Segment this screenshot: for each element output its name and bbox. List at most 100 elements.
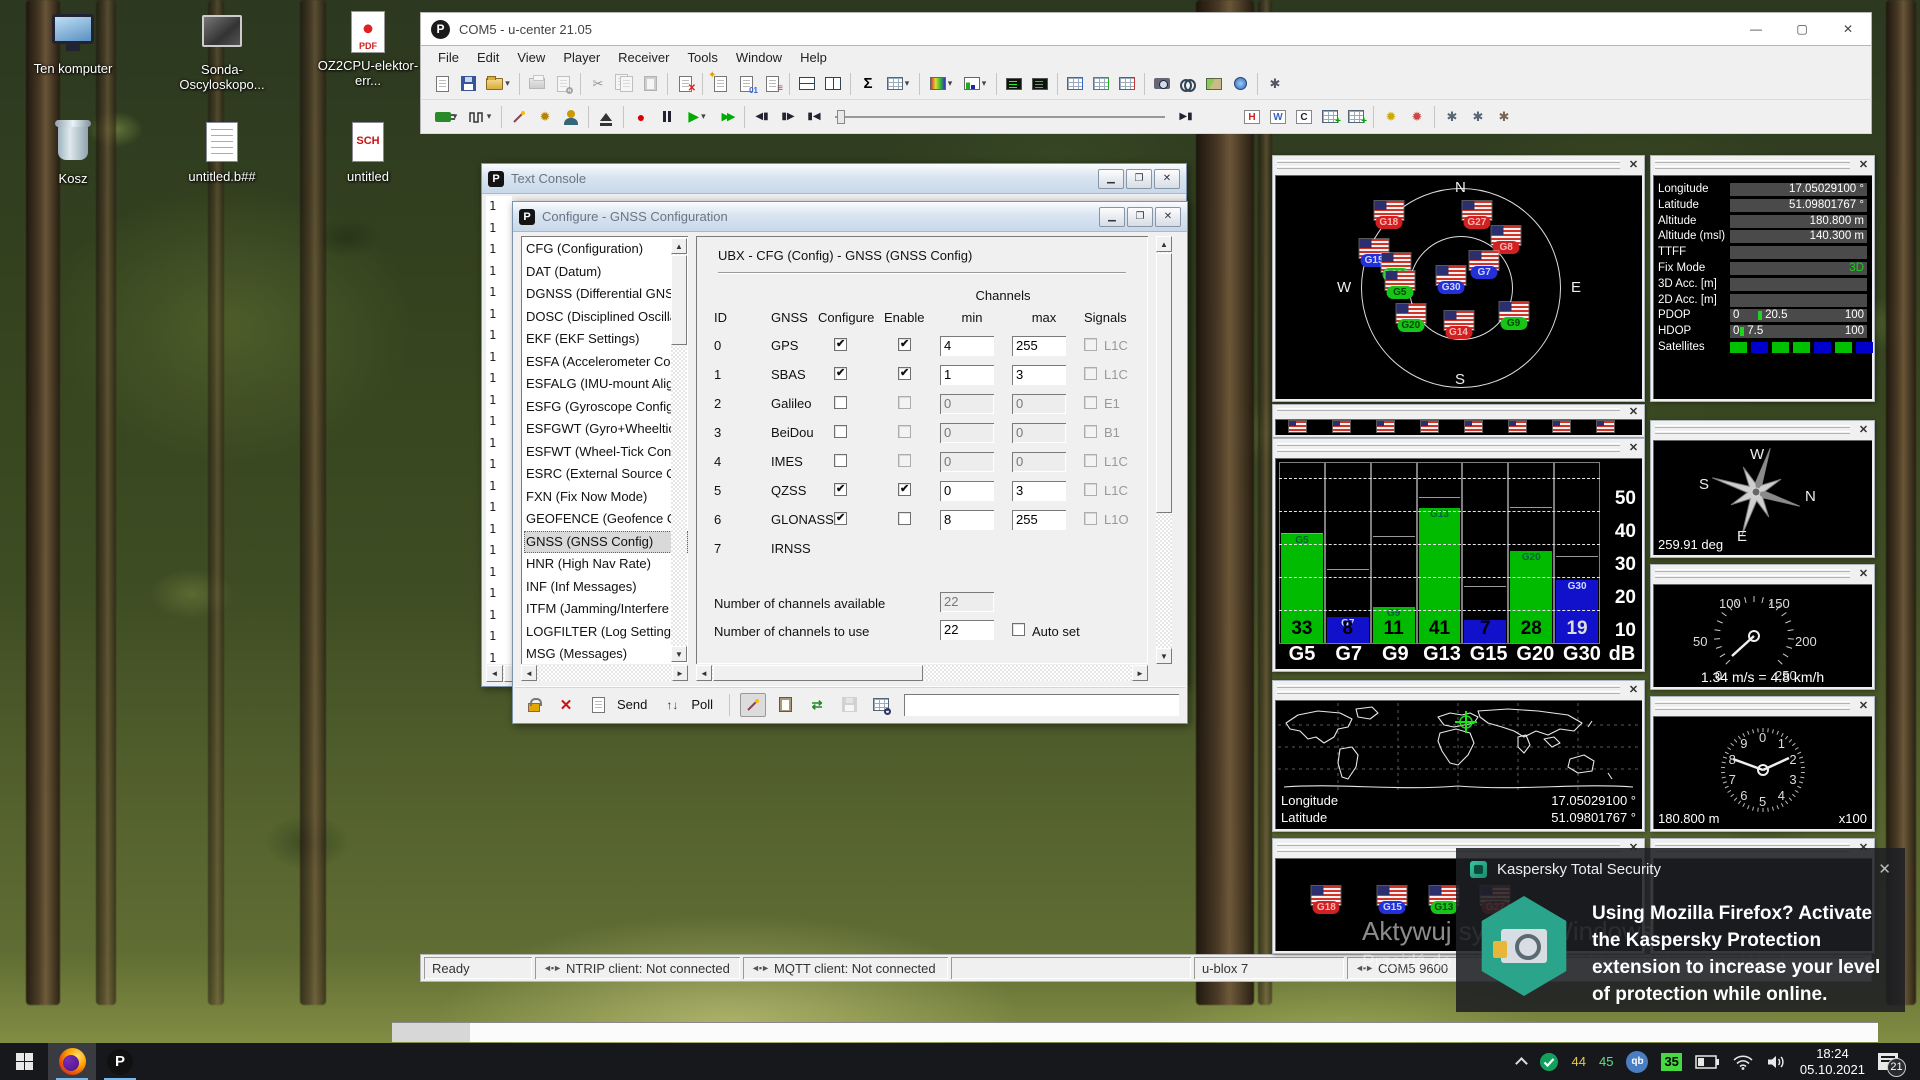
config-list-item[interactable]: EKF (EKF Settings)	[524, 328, 688, 351]
split-horizontal-icon[interactable]	[794, 72, 820, 96]
max-channels-field[interactable]: 3	[1012, 481, 1066, 501]
globe-icon[interactable]	[1227, 72, 1253, 96]
taskbar-clock[interactable]: 18:24 05.10.2021	[1800, 1046, 1865, 1078]
config-list-item[interactable]: DOSC (Disciplined Oscilla	[524, 306, 688, 329]
maximize-button[interactable]: ▢	[1779, 13, 1825, 45]
close-button[interactable]: ✕	[1825, 13, 1871, 45]
clear-messages-icon[interactable]: ✕	[672, 72, 698, 96]
console-restore-button[interactable]: ❐	[1126, 169, 1152, 189]
taskbar-firefox-button[interactable]	[48, 1043, 96, 1080]
minimize-button[interactable]: —	[1733, 13, 1779, 45]
send-list-icon[interactable]	[585, 693, 611, 717]
new-file-icon[interactable]	[429, 72, 455, 96]
new-nmea-view-icon[interactable]: 01	[733, 72, 759, 96]
config-list-item[interactable]: ITFM (Jamming/Interfere	[524, 598, 688, 621]
signal-chart-close-icon[interactable]: ✕	[1626, 441, 1641, 455]
paste-icon[interactable]	[637, 72, 663, 96]
spark-red-icon[interactable]: ✹	[1404, 105, 1430, 129]
chart-view-icon[interactable]	[958, 72, 992, 96]
hotkey-w-icon[interactable]: W	[1265, 105, 1291, 129]
config-list-item[interactable]: MSG (Messages)	[524, 643, 688, 664]
configure-checkbox[interactable]	[834, 367, 847, 380]
speaker-icon[interactable]	[1767, 1054, 1787, 1070]
skip-start-icon[interactable]: ▮◀	[801, 105, 827, 129]
data-panel-close-icon[interactable]: ✕	[1856, 158, 1871, 172]
map-icon[interactable]	[1201, 72, 1227, 96]
menu-help[interactable]: Help	[791, 50, 836, 65]
spark-yellow-icon[interactable]: ✹	[1378, 105, 1404, 129]
list-scroll-right-button[interactable]: ►	[672, 665, 688, 681]
configure-checkbox[interactable]	[834, 483, 847, 496]
pause-icon[interactable]	[654, 105, 680, 129]
desktop-icon-pdf[interactable]: OZ2CPU-elektor-err...	[313, 10, 423, 88]
list-scroll-thumb[interactable]	[671, 255, 687, 345]
kaspersky-close-icon[interactable]: ✕	[1878, 860, 1891, 878]
save-gray-icon[interactable]	[836, 693, 862, 717]
open-icon[interactable]	[481, 72, 515, 96]
config-list-item[interactable]: GNSS (GNSS Config)	[524, 531, 688, 554]
panel-scroll-right-button[interactable]: ►	[1132, 665, 1148, 681]
gear-3-icon[interactable]: ✱	[1491, 105, 1517, 129]
play-icon[interactable]: ▶	[680, 105, 714, 129]
wand-pressed-icon[interactable]	[740, 693, 766, 717]
list-scroll-down-button[interactable]: ▼	[671, 646, 687, 662]
configure-checkbox[interactable]	[834, 396, 847, 409]
user-icon[interactable]	[558, 105, 584, 129]
configure-checkbox[interactable]	[834, 338, 847, 351]
grid-blue-icon[interactable]	[1062, 72, 1088, 96]
console-minimize-button[interactable]: ▁	[1098, 169, 1124, 189]
configure-checkbox[interactable]	[834, 454, 847, 467]
menu-tools[interactable]: Tools	[678, 50, 726, 65]
grid-add-2-icon[interactable]: +	[1343, 105, 1369, 129]
config-list-item[interactable]: LOGFILTER (Log Settings)	[524, 621, 688, 644]
desktop-icon-bin[interactable]: Kosz	[18, 120, 128, 186]
grid-add-1-icon[interactable]: +	[1317, 105, 1343, 129]
menu-receiver[interactable]: Receiver	[609, 50, 678, 65]
max-channels-field[interactable]: 255	[1012, 510, 1066, 530]
action-center-button[interactable]: 21	[1878, 1053, 1898, 1070]
color-chart-icon[interactable]	[924, 72, 958, 96]
config-list-item[interactable]: ESFA (Accelerometer Cor	[524, 351, 688, 374]
config-list-item[interactable]: CFG (Configuration)	[524, 238, 688, 261]
panel-scroll-up-button[interactable]: ▲	[1156, 236, 1172, 252]
tray-expand-icon[interactable]	[1515, 1057, 1528, 1070]
config-list-item[interactable]: DAT (Datum)	[524, 261, 688, 284]
poll-arrows-icon[interactable]: ↑↓	[659, 693, 685, 717]
kaspersky-tray-icon[interactable]	[1539, 1052, 1559, 1072]
config-list-item[interactable]: HNR (High Nav Rate)	[524, 553, 688, 576]
config-message-list[interactable]: CFG (Configuration)DAT (Datum)DGNSS (Dif…	[521, 236, 688, 664]
dialog-close-button[interactable]: ✕	[1155, 207, 1181, 227]
magic-wand-icon[interactable]	[506, 105, 532, 129]
print-preview-icon[interactable]	[550, 72, 576, 96]
menu-view[interactable]: View	[508, 50, 554, 65]
console-dark-icon[interactable]	[1027, 72, 1053, 96]
max-channels-field[interactable]: 3	[1012, 365, 1066, 385]
hotkey-h-icon[interactable]: H	[1239, 105, 1265, 129]
skip-end-icon[interactable]: ▶▮	[1173, 105, 1199, 129]
new-ubx-view-icon[interactable]: ✦	[707, 72, 733, 96]
record-icon[interactable]: ●	[628, 105, 654, 129]
camera-icon[interactable]	[1149, 72, 1175, 96]
split-vertical-icon[interactable]	[820, 72, 846, 96]
panel-scroll-thumb[interactable]	[1156, 253, 1172, 513]
copy-icon[interactable]	[611, 72, 637, 96]
auto-set-checkbox[interactable]	[1012, 623, 1025, 636]
list-vscrollbar[interactable]: ▲ ▼	[671, 238, 687, 662]
enable-checkbox[interactable]	[898, 367, 911, 380]
min-channels-field[interactable]: 8	[940, 510, 994, 530]
list-scroll-up-button[interactable]: ▲	[671, 238, 687, 254]
max-channels-field[interactable]: 255	[1012, 336, 1066, 356]
hotkey-bug-icon[interactable]: ✹	[532, 105, 558, 129]
start-button[interactable]	[0, 1043, 48, 1080]
hotkey-c-icon[interactable]: C	[1291, 105, 1317, 129]
enable-checkbox[interactable]	[898, 396, 911, 409]
panel-scroll-left-button[interactable]: ◄	[696, 665, 712, 681]
panel-scroll-down-button[interactable]: ▼	[1156, 648, 1172, 664]
playback-slider-thumb[interactable]	[837, 110, 845, 124]
panel-vscrollbar[interactable]: ▲ ▼	[1156, 236, 1172, 664]
binoculars-icon[interactable]	[1175, 72, 1201, 96]
playback-slider[interactable]	[835, 106, 1165, 128]
panel-hscroll-thumb[interactable]	[713, 665, 923, 681]
gear-dark-icon[interactable]: ✱	[1262, 72, 1288, 96]
eject-icon[interactable]	[593, 105, 619, 129]
